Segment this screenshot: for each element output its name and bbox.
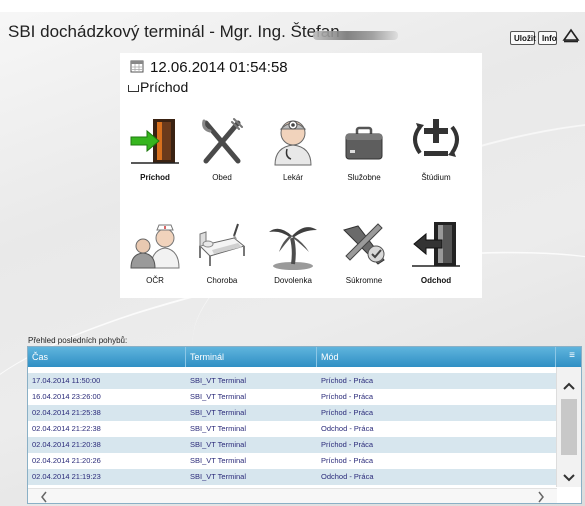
action-label: Štúdium	[421, 173, 451, 182]
cell-mode: Príchod - Práca	[321, 408, 374, 417]
cell-terminal: SBI_VT Terminal	[190, 424, 246, 433]
current-mode-label: Príchod	[140, 79, 189, 95]
column-header-cas[interactable]: Čas	[28, 347, 186, 367]
scroll-up-icon[interactable]	[563, 377, 575, 395]
cell-terminal: SBI_VT Terminal	[190, 376, 246, 385]
cell-terminal: SBI_VT Terminal	[190, 392, 246, 401]
scrollbar-thumb[interactable]	[561, 399, 577, 455]
action-odchod-button[interactable]: Odchod	[400, 216, 472, 285]
history-title: Přehled posledních pohybů:	[28, 336, 128, 345]
redacted-name	[313, 31, 398, 40]
scroll-left-icon[interactable]	[40, 490, 48, 503]
grid-header: Čas Terminál Mód ≡	[28, 347, 581, 367]
collapse-up-icon[interactable]	[562, 26, 580, 44]
column-header-mod[interactable]: Mód	[317, 347, 556, 367]
action-sukromne-button[interactable]: Súkromne	[328, 216, 400, 285]
cell-time: 02.04.2014 21:20:38	[32, 440, 101, 449]
cell-time: 02.04.2014 21:25:38	[32, 408, 101, 417]
column-menu-icon[interactable]: ≡	[569, 350, 575, 361]
top-strip	[0, 0, 585, 12]
plus-arrows-icon	[400, 113, 472, 169]
column-header-terminal[interactable]: Terminál	[186, 347, 317, 367]
cell-mode: Príchod - Práca	[321, 456, 374, 465]
action-label: Príchod	[140, 173, 170, 182]
door-enter-icon	[119, 113, 191, 169]
cell-terminal: SBI_VT Terminal	[190, 456, 246, 465]
table-row[interactable]: 02.04.2014 21:19:23 SBI_VT Terminal Odch…	[28, 469, 556, 485]
action-label: Obed	[212, 173, 232, 182]
cell-mode: Odchod - Práca	[321, 472, 374, 481]
action-label: Lekár	[282, 173, 303, 182]
table-row[interactable]: 02.04.2014 21:20:26 SBI_VT Terminal Príc…	[28, 453, 556, 469]
action-label: Dovolenka	[274, 276, 312, 285]
action-ocr-button[interactable]: OČR	[119, 216, 191, 285]
action-panel: 12.06.2014 01:54:58 Príchod Príchod Obed…	[120, 53, 482, 298]
vertical-scrollbar[interactable]	[556, 367, 581, 487]
doctor-icon	[257, 113, 329, 169]
save-button[interactable]: Uložit	[510, 31, 536, 45]
cell-mode: Príchod - Práca	[321, 392, 374, 401]
tools-crossed-icon	[328, 216, 400, 272]
table-row[interactable]: 02.04.2014 21:25:38 SBI_VT Terminal Príc…	[28, 405, 556, 421]
current-mode: Príchod	[128, 79, 188, 95]
action-studium-button[interactable]: Štúdium	[400, 113, 472, 182]
table-row[interactable]: 02.04.2014 21:22:38 SBI_VT Terminal Odch…	[28, 421, 556, 437]
table-row[interactable]: 17.04.2014 11:50:00 SBI_VT Terminal Príc…	[28, 373, 556, 389]
action-label: Choroba	[206, 276, 238, 285]
cell-time: 17.04.2014 11:50:00	[32, 376, 101, 385]
cell-mode: Príchod - Práca	[321, 376, 374, 385]
palm-island-icon	[257, 216, 329, 272]
table-row[interactable]: 02.04.2014 21:20:38 SBI_VT Terminal Príc…	[28, 437, 556, 453]
cell-mode: Odchod - Práca	[321, 424, 374, 433]
action-label: Súkromne	[345, 276, 383, 285]
calendar-icon	[130, 59, 144, 77]
horizontal-scrollbar[interactable]	[28, 488, 557, 503]
cell-terminal: SBI_VT Terminal	[190, 408, 246, 417]
cell-terminal: SBI_VT Terminal	[190, 472, 246, 481]
table-row[interactable]: 16.04.2014 23:26:00 SBI_VT Terminal Príc…	[28, 389, 556, 405]
door-exit-icon	[400, 216, 472, 272]
scroll-right-icon[interactable]	[537, 490, 545, 503]
action-label: OČR	[146, 276, 164, 285]
action-sluzobne-button[interactable]: Služobne	[328, 113, 400, 182]
terminal-window: SBI dochádzkový terminál - Mgr. Ing. Šte…	[0, 0, 585, 506]
window-title: SBI dochádzkový terminál - Mgr. Ing. Šte…	[8, 22, 340, 41]
nurse-child-icon	[119, 216, 191, 272]
scroll-down-icon[interactable]	[563, 469, 575, 487]
datetime-display: 12.06.2014 01:54:58	[130, 59, 288, 77]
history-grid: Čas Terminál Mód ≡ 17.04.2014 11:50:00 S…	[27, 346, 582, 504]
cell-time: 02.04.2014 21:20:26	[32, 456, 101, 465]
cell-terminal: SBI_VT Terminal	[190, 440, 246, 449]
datetime-value: 12.06.2014 01:54:58	[150, 59, 288, 76]
cell-mode: Príchod - Práca	[321, 440, 374, 449]
fork-knife-icon	[186, 113, 258, 169]
cell-time: 02.04.2014 21:19:23	[32, 472, 101, 481]
action-label: Služobne	[347, 173, 381, 182]
info-button[interactable]: Info	[538, 31, 557, 45]
mode-icon	[128, 85, 139, 92]
cell-time: 16.04.2014 23:26:00	[32, 392, 101, 401]
briefcase-icon	[328, 113, 400, 169]
cell-time: 02.04.2014 21:22:38	[32, 424, 101, 433]
sickbed-icon	[186, 216, 258, 272]
action-lekar-button[interactable]: Lekár	[257, 113, 329, 182]
action-choroba-button[interactable]: Choroba	[186, 216, 258, 285]
action-dovolenka-button[interactable]: Dovolenka	[257, 216, 329, 285]
action-prichod-button[interactable]: Príchod	[119, 113, 191, 182]
action-label: Odchod	[420, 276, 452, 285]
action-obed-button[interactable]: Obed	[186, 113, 258, 182]
